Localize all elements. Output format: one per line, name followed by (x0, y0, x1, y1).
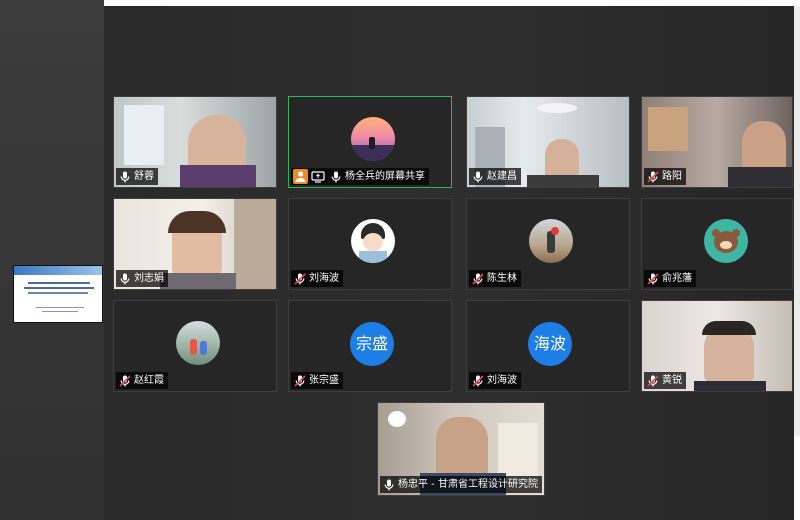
microphone-muted-icon (472, 272, 484, 285)
participant-nameplate: 刘志娟 (116, 270, 168, 287)
participant-tile[interactable]: 路阳 (641, 96, 793, 188)
participant-name: 黄锐 (662, 375, 682, 386)
participant-tile[interactable]: 黄锐 (641, 300, 793, 392)
participant-tile[interactable]: 杨全兵的屏幕共享 (288, 96, 452, 188)
participant-tile[interactable]: 杨忠平 - 甘肃省工程设计研究院 (377, 402, 545, 496)
participant-nameplate: 黄锐 (644, 372, 686, 389)
profile-avatar (176, 321, 220, 365)
participant-name: 赵红霞 (134, 375, 164, 386)
participant-tile[interactable]: 俞兆藩 (641, 198, 793, 290)
share-screen-icon (293, 169, 308, 184)
participant-tile[interactable]: 刘海波 (288, 198, 452, 290)
microphone-icon (120, 273, 130, 284)
participant-name: 刘志娟 (134, 273, 164, 284)
participant-nameplate: 赵红霞 (116, 372, 168, 389)
right-edge (794, 6, 800, 436)
microphone-muted-icon (294, 374, 306, 387)
participant-nameplate: 舒蓉 (116, 168, 158, 185)
shared-screen-thumbnail[interactable] (13, 265, 103, 323)
profile-avatar (529, 219, 573, 263)
participant-name: 陈生林 (487, 273, 517, 284)
participant-nameplate: 杨全兵的屏幕共享 (291, 168, 429, 185)
screen-share-badge-icon (311, 170, 325, 183)
participant-tile[interactable]: 刘志娟 (113, 198, 277, 290)
participant-nameplate: 俞兆藩 (644, 270, 696, 287)
participant-name: 赵建昌 (487, 171, 517, 182)
microphone-muted-icon (647, 170, 659, 183)
microphone-muted-icon (647, 272, 659, 285)
participant-nameplate: 陈生林 (469, 270, 521, 287)
left-panel (0, 0, 104, 520)
participant-nameplate: 刘海波 (469, 372, 521, 389)
participant-name: 张宗盛 (309, 375, 339, 386)
text-avatar: 宗盛 (350, 322, 394, 366)
participant-nameplate: 路阳 (644, 168, 686, 185)
participant-name: 舒蓉 (134, 171, 154, 182)
participant-tile[interactable]: 海波 刘海波 (466, 300, 630, 392)
participant-tile[interactable]: 赵建昌 (466, 96, 630, 188)
participant-name: 俞兆藩 (662, 273, 692, 284)
participant-nameplate: 张宗盛 (291, 372, 343, 389)
microphone-icon (120, 171, 130, 182)
participant-tile[interactable]: 陈生林 (466, 198, 630, 290)
participant-name: 刘海波 (309, 273, 339, 284)
text-avatar: 海波 (528, 322, 572, 366)
microphone-icon (384, 479, 394, 490)
microphone-muted-icon (294, 272, 306, 285)
microphone-icon (473, 171, 483, 182)
participant-tile[interactable]: 宗盛 张宗盛 (288, 300, 452, 392)
microphone-muted-icon (119, 374, 131, 387)
profile-avatar (351, 219, 395, 263)
participant-name: 刘海波 (487, 375, 517, 386)
profile-avatar (704, 219, 748, 263)
participant-tile[interactable]: 赵红霞 (113, 300, 277, 392)
profile-avatar (351, 117, 395, 161)
participant-nameplate: 赵建昌 (469, 168, 521, 185)
microphone-muted-icon (647, 374, 659, 387)
participant-nameplate: 刘海波 (291, 270, 343, 287)
microphone-muted-icon (472, 374, 484, 387)
microphone-icon (331, 171, 341, 182)
participant-tile[interactable]: 舒蓉 (113, 96, 277, 188)
participant-name: 杨忠平 - 甘肃省工程设计研究院 (398, 479, 538, 490)
participant-nameplate: 杨忠平 - 甘肃省工程设计研究院 (380, 476, 542, 493)
participant-name: 路阳 (662, 171, 682, 182)
participant-name: 杨全兵的屏幕共享 (345, 171, 425, 182)
